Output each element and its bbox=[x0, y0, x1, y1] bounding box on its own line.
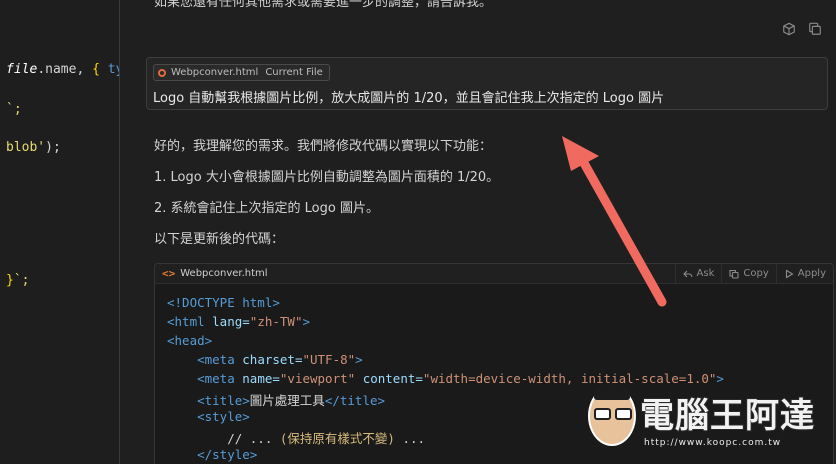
file-type-icon bbox=[158, 68, 166, 77]
code-file-icon: <> bbox=[162, 267, 176, 280]
code-token: > bbox=[355, 352, 363, 367]
code-token: } bbox=[6, 273, 14, 288]
code-token: <meta bbox=[167, 352, 243, 367]
code-token: <style> bbox=[167, 409, 250, 424]
code-line: </style> bbox=[167, 447, 257, 462]
code-token: ... bbox=[394, 431, 426, 446]
response-intro: 好的，我理解您的需求。我們將修改代碼以實現以下功能： bbox=[154, 139, 493, 154]
code-token: file bbox=[6, 62, 38, 77]
code-token: "zh-TW" bbox=[249, 314, 303, 329]
code-block-actions: Ask Copy Apply bbox=[674, 264, 833, 284]
user-query-box[interactable]: Webpconver.html Current File Logo 自動幫我根據… bbox=[146, 57, 828, 110]
response-lead: 以下是更新後的代碼： bbox=[154, 232, 285, 247]
code-line: // ... (保持原有樣式不變) ... bbox=[167, 428, 425, 447]
code-token: ); bbox=[45, 140, 61, 155]
watermark: 電腦王阿達 http://www.koopc.com.tw bbox=[582, 378, 832, 462]
code-block-filename[interactable]: Webpconver.html bbox=[180, 268, 267, 279]
copy-icon[interactable] bbox=[808, 22, 822, 36]
code-token: <meta bbox=[167, 371, 243, 386]
code-token: <!DOCTYPE html> bbox=[167, 295, 280, 310]
code-token: lang= bbox=[212, 314, 250, 329]
code-token: > bbox=[302, 314, 311, 329]
code-line: <head> bbox=[167, 333, 212, 348]
code-token: (保持原有樣式不變) bbox=[279, 431, 395, 446]
code-token: // ... bbox=[167, 431, 280, 446]
watermark-url: http://www.koopc.com.tw bbox=[644, 438, 782, 449]
user-query-text: Logo 自動幫我根據圖片比例，放大成圖片的 1/20，並且會記住我上次指定的 … bbox=[153, 91, 665, 106]
code-token: <title> bbox=[167, 393, 250, 408]
watermark-title: 電腦王阿達 bbox=[639, 395, 815, 437]
code-token: "UTF-8" bbox=[302, 352, 356, 367]
code-token: name= bbox=[242, 371, 280, 386]
editor-line: blob'); bbox=[6, 140, 61, 155]
play-icon bbox=[785, 269, 794, 278]
code-token: <html bbox=[167, 314, 213, 329]
code-line: <meta charset="UTF-8"> bbox=[167, 352, 363, 367]
code-token: charset= bbox=[242, 352, 303, 367]
code-token: content= bbox=[362, 371, 423, 386]
code-token: "viewport" bbox=[279, 371, 363, 386]
apply-label: Apply bbox=[797, 268, 826, 279]
code-token: </title> bbox=[324, 393, 386, 408]
apply-button[interactable]: Apply bbox=[775, 264, 833, 284]
reply-icon bbox=[682, 270, 693, 277]
code-token: { bbox=[92, 62, 108, 77]
file-chip-name: Webpconver.html bbox=[171, 67, 259, 78]
code-token: <head> bbox=[167, 333, 213, 348]
code-editor-strip[interactable]: file.name, { type `; blob'); }`; bbox=[0, 0, 138, 464]
code-line: <html lang="zh-TW"> bbox=[167, 314, 310, 329]
response-item-2: 2. 系統會記住上次指定的 Logo 圖片。 bbox=[154, 201, 379, 216]
code-line: <style> bbox=[167, 409, 250, 424]
code-token: </style> bbox=[167, 447, 258, 462]
response-item-1: 1. Logo 大小會根據圖片比例自動調整為圖片面積的 1/20。 bbox=[154, 170, 500, 185]
copy-label: Copy bbox=[743, 268, 769, 279]
copy-button[interactable]: Copy bbox=[721, 264, 775, 284]
code-token: 圖片處理工具 bbox=[249, 393, 325, 408]
code-line: <!DOCTYPE html> bbox=[167, 295, 280, 310]
editor-line: `; bbox=[6, 102, 22, 117]
copy-icon bbox=[729, 269, 739, 279]
code-token: blob' bbox=[6, 140, 46, 155]
previous-message-text: 如果您還有任何其他需求或需要進一步的調整，請告訴我。 bbox=[154, 0, 493, 10]
ask-label: Ask bbox=[696, 268, 715, 279]
current-file-chip[interactable]: Webpconver.html Current File bbox=[153, 64, 330, 81]
mascot-glasses-icon bbox=[594, 408, 632, 420]
code-block-header: <> Webpconver.html Ask Copy Apply bbox=[155, 264, 833, 284]
code-token: `; bbox=[13, 273, 30, 288]
editor-line: }`; bbox=[6, 273, 29, 288]
code-line: <title>圖片處理工具</title> bbox=[167, 390, 385, 409]
code-token: `; bbox=[6, 102, 22, 117]
ask-button[interactable]: Ask bbox=[674, 264, 722, 284]
mascot-hair bbox=[594, 384, 630, 400]
message-toolbar bbox=[782, 22, 822, 36]
file-chip-tag: Current File bbox=[265, 67, 323, 78]
code-token: .name, bbox=[37, 62, 93, 77]
cube-icon[interactable] bbox=[782, 22, 796, 36]
